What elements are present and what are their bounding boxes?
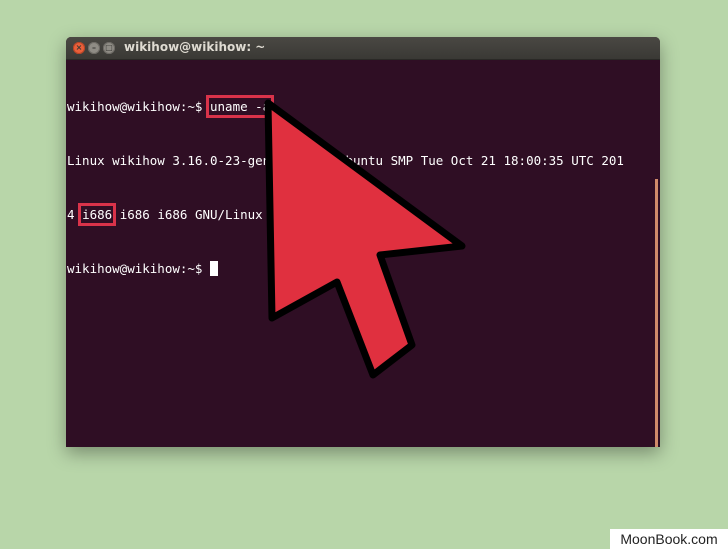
title-bar: × – □ wikihow@wikihow: ~ xyxy=(66,37,660,60)
architecture-highlight: i686 xyxy=(78,203,117,226)
terminal-line-1: wikihow@wikihow:~$ uname -a xyxy=(67,95,660,118)
maximize-button[interactable]: □ xyxy=(103,42,115,54)
terminal-line-2: Linux wikihow 3.16.0-23-generic #31-Ubun… xyxy=(67,152,660,170)
terminal-output[interactable]: wikihow@wikihow:~$ uname -a Linux wikiho… xyxy=(66,59,660,447)
minimize-button[interactable]: – xyxy=(88,42,100,54)
prompt: wikihow@wikihow:~$ xyxy=(67,99,210,114)
watermark: MoonBook.com xyxy=(610,529,728,549)
uname-output: Linux wikihow 3.16.0-23-generic #31-Ubun… xyxy=(67,153,624,168)
command-highlight: uname -a xyxy=(205,95,275,118)
window-title: wikihow@wikihow: ~ xyxy=(124,40,266,54)
uname-output-cont: 4 xyxy=(67,207,83,222)
terminal-window: × – □ wikihow@wikihow: ~ wikihow@wikihow… xyxy=(66,37,660,447)
text-cursor xyxy=(210,261,218,276)
scrollbar[interactable] xyxy=(655,179,658,447)
terminal-line-4: wikihow@wikihow:~$ xyxy=(67,260,660,278)
close-button[interactable]: × xyxy=(73,42,85,54)
prompt: wikihow@wikihow:~$ xyxy=(67,261,210,276)
terminal-line-3: 4 i686 i686 i686 GNU/Linux xyxy=(67,203,660,226)
uname-output-rest: i686 i686 GNU/Linux xyxy=(112,207,263,222)
